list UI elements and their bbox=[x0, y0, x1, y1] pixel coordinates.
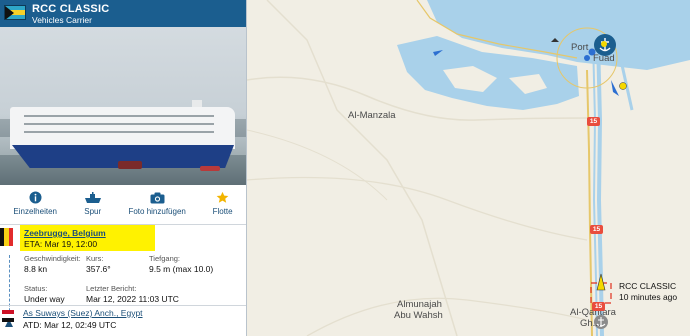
ship-track-icon bbox=[84, 191, 102, 204]
egypt-flag-icon bbox=[2, 310, 14, 322]
add-photo-button[interactable]: Foto hinzufügen bbox=[128, 191, 186, 216]
vessel-actions-bar: Einzelheiten Spur Foto hinzufügen Flotte bbox=[0, 185, 246, 225]
camera-icon bbox=[150, 191, 165, 204]
belgium-flag-icon bbox=[0, 228, 13, 246]
details-button[interactable]: Einzelheiten bbox=[13, 191, 57, 216]
label-fuad: Fuad bbox=[593, 53, 615, 64]
label-abu-wahsh: Abu Wahsh bbox=[394, 310, 443, 321]
destination-port-link[interactable]: Zeebrugge, Belgium bbox=[24, 228, 106, 238]
fleet-label: Flotte bbox=[212, 207, 233, 216]
draught-value: 9.5 m (max 10.0) bbox=[149, 264, 214, 274]
route-15-badge: 15 bbox=[592, 302, 605, 311]
course-label: Kurs: bbox=[86, 254, 104, 263]
speed-label: Geschwindigkeit: bbox=[24, 254, 81, 263]
vessel-marker[interactable] bbox=[619, 82, 627, 90]
course-value: 357.6° bbox=[86, 264, 111, 274]
label-almunajah: Almunajah bbox=[397, 299, 442, 310]
track-label: Spur bbox=[84, 207, 102, 216]
details-label: Einzelheiten bbox=[13, 207, 57, 216]
route-15-badge: 15 bbox=[587, 117, 600, 126]
tooltip-vessel-name: RCC CLASSIC bbox=[619, 281, 677, 291]
vessel-tooltip: RCC CLASSIC 10 minutes ago bbox=[619, 281, 677, 303]
label-al-qantara-2: Gh... bbox=[580, 318, 601, 329]
origin-row: As Suways (Suez) Anch., Egypt ATD: Mar 1… bbox=[0, 305, 246, 336]
last-report-label: Letzter Bericht: bbox=[86, 284, 137, 293]
last-report-value: Mar 12, 2022 11:03 UTC bbox=[86, 294, 179, 304]
status-label: Status: bbox=[24, 284, 48, 293]
vessel-photo[interactable] bbox=[0, 27, 246, 185]
draught-label: Tiefgang: bbox=[149, 254, 180, 263]
star-icon bbox=[216, 191, 229, 204]
speed-value: 8.8 kn bbox=[24, 264, 48, 274]
origin-atd: ATD: Mar 12, 02:49 UTC bbox=[23, 320, 117, 330]
info-icon bbox=[29, 191, 42, 204]
vessel-marker[interactable] bbox=[584, 55, 590, 61]
fleet-button[interactable]: Flotte bbox=[213, 191, 233, 216]
vessel-info-panel: RCC CLASSIC Vehicles Carrier Einzelheite… bbox=[0, 0, 247, 336]
vessel-type: Vehicles Carrier bbox=[32, 15, 92, 25]
vessel-marker[interactable] bbox=[601, 41, 607, 47]
bahamas-flag-icon bbox=[4, 5, 26, 20]
origin-port-link[interactable]: As Suways (Suez) Anch., Egypt bbox=[23, 308, 143, 318]
vessel-header: RCC CLASSIC Vehicles Carrier bbox=[0, 0, 246, 27]
label-al-manzala: Al-Manzala bbox=[348, 110, 396, 121]
map-view[interactable]: Al-Manzala Port Fuad Almunajah Abu Wahsh… bbox=[247, 0, 690, 336]
tooltip-last-seen: 10 minutes ago bbox=[619, 292, 678, 302]
status-value: Under way bbox=[24, 294, 65, 304]
route-15-badge: 15 bbox=[590, 225, 603, 234]
selected-vessel-marker[interactable] bbox=[596, 273, 606, 291]
destination-eta: ETA: Mar 19, 12:00 bbox=[24, 239, 98, 249]
track-button[interactable]: Spur bbox=[84, 191, 102, 216]
vessel-name: RCC CLASSIC bbox=[32, 3, 110, 15]
label-port: Port bbox=[571, 42, 589, 53]
add-photo-label: Foto hinzufügen bbox=[128, 207, 186, 216]
destination-row: Zeebrugge, Belgium ETA: Mar 19, 12:00 bbox=[0, 225, 246, 251]
highway bbox=[586, 69, 593, 336]
vessel-marker[interactable] bbox=[611, 80, 619, 96]
